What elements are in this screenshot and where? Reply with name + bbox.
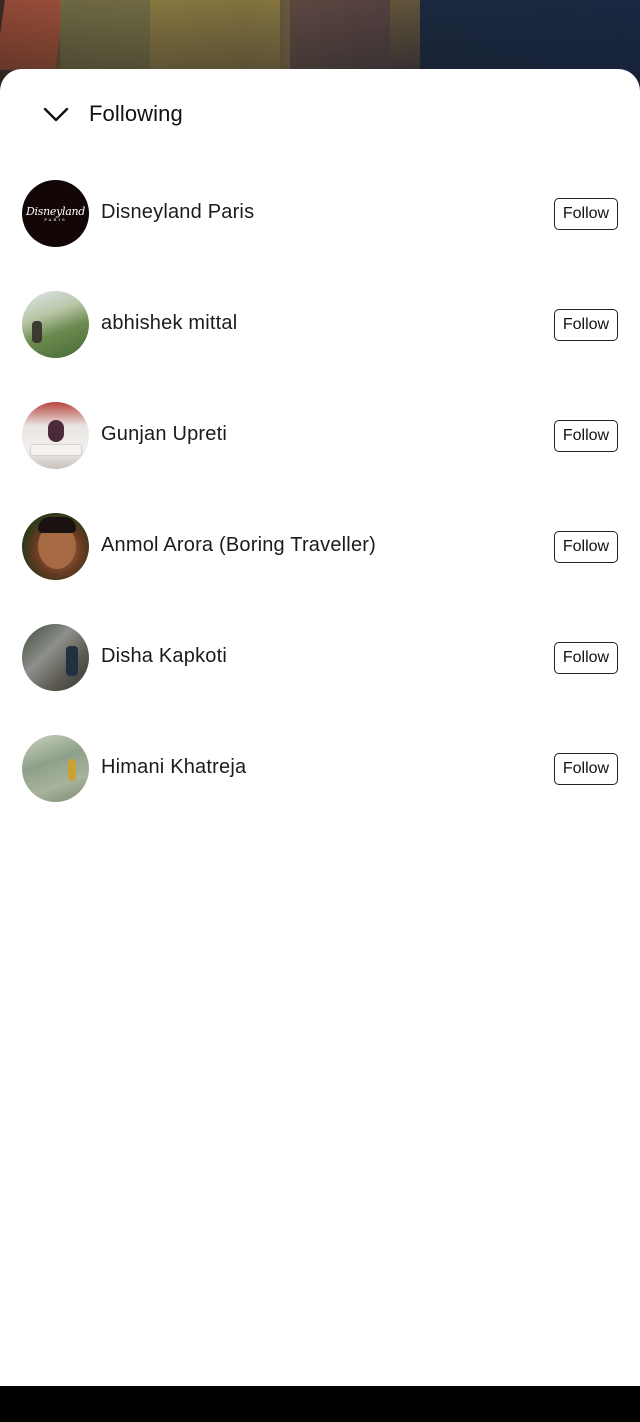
- chevron-down-icon: [43, 107, 69, 122]
- list-item[interactable]: Anmol Arora (Boring Traveller) Follow: [0, 491, 640, 602]
- prayer-flag: [150, 0, 280, 70]
- follow-button[interactable]: Follow: [554, 309, 618, 341]
- avatar[interactable]: [22, 402, 89, 469]
- avatar[interactable]: [22, 513, 89, 580]
- user-name[interactable]: Disneyland Paris: [101, 201, 254, 224]
- user-name[interactable]: Anmol Arora (Boring Traveller): [101, 534, 376, 557]
- user-name[interactable]: Himani Khatreja: [101, 756, 246, 779]
- follow-button[interactable]: Follow: [554, 531, 618, 563]
- follow-button[interactable]: Follow: [554, 198, 618, 230]
- list-item[interactable]: Disneyland PARIS Disneyland Paris Follow: [0, 158, 640, 269]
- prayer-flag: [390, 0, 420, 70]
- list-item[interactable]: Disha Kapkoti Follow: [0, 602, 640, 713]
- prayer-flag: [290, 0, 390, 70]
- avatar[interactable]: Disneyland PARIS: [22, 180, 89, 247]
- follow-button[interactable]: Follow: [554, 753, 618, 785]
- avatar[interactable]: [22, 735, 89, 802]
- disneyland-logo: Disneyland PARIS: [26, 204, 85, 222]
- system-nav-bar: [0, 1386, 640, 1422]
- sheet-title: Following: [89, 101, 183, 126]
- follow-button[interactable]: Follow: [554, 642, 618, 674]
- user-name[interactable]: Disha Kapkoti: [101, 645, 227, 668]
- person-figure: [32, 321, 42, 343]
- person-figure: [48, 420, 64, 442]
- screen: Following Disneyland PARIS Disneyland Pa…: [0, 0, 640, 1422]
- following-sheet: Following Disneyland PARIS Disneyland Pa…: [0, 69, 640, 1386]
- table-shape: [30, 444, 82, 456]
- person-figure: [68, 759, 76, 781]
- follow-button[interactable]: Follow: [554, 420, 618, 452]
- avatar[interactable]: [22, 624, 89, 691]
- avatar[interactable]: [22, 291, 89, 358]
- prayer-flag: [60, 0, 150, 70]
- list-item[interactable]: Gunjan Upreti Follow: [0, 380, 640, 491]
- person-figure: [66, 646, 78, 676]
- sheet-header: Following: [0, 69, 640, 159]
- user-name[interactable]: Gunjan Upreti: [101, 423, 227, 446]
- list-item[interactable]: Himani Khatreja Follow: [0, 713, 640, 824]
- prayer-flag: [0, 0, 65, 70]
- collapse-button[interactable]: [36, 97, 76, 133]
- following-list: Disneyland PARIS Disneyland Paris Follow…: [0, 158, 640, 824]
- list-item[interactable]: abhishek mittal Follow: [0, 269, 640, 380]
- hair-shape: [38, 517, 76, 533]
- user-name[interactable]: abhishek mittal: [101, 312, 237, 335]
